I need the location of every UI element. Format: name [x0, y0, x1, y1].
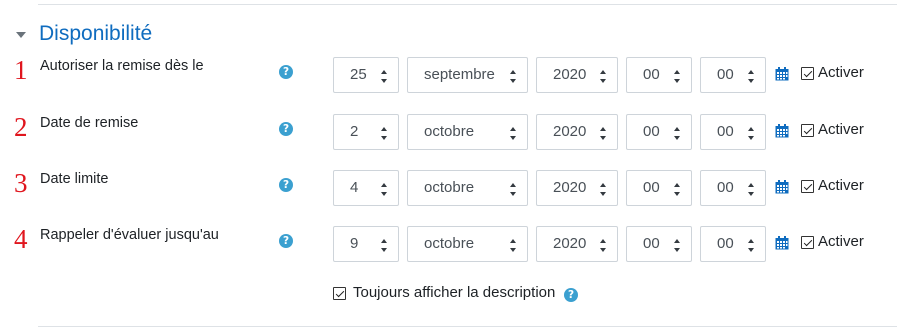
day-select[interactable]: 25: [333, 57, 399, 93]
minute-select[interactable]: 00: [700, 57, 766, 93]
annotation-number: 3: [14, 168, 28, 198]
annotation-number: 2: [14, 112, 28, 142]
help-icon[interactable]: ?: [564, 288, 578, 302]
enable-checkbox[interactable]: [801, 180, 814, 193]
help-icon[interactable]: ?: [279, 234, 293, 248]
month-select[interactable]: octobre: [407, 170, 528, 206]
field-label: Date de remise: [40, 115, 139, 131]
enable-checkbox[interactable]: [801, 67, 814, 80]
year-select[interactable]: 2020: [536, 57, 618, 93]
caret-down-icon[interactable]: [16, 31, 26, 38]
hour-select[interactable]: 00: [626, 170, 692, 206]
date-row-due-date: 2 Date de remise ? 2 octobre 2020 00 00 …: [0, 112, 897, 152]
section-header[interactable]: Disponibilité: [16, 20, 152, 48]
annotation-number: 1: [14, 55, 28, 85]
enable-label[interactable]: Activer: [818, 177, 864, 194]
calendar-icon[interactable]: [775, 236, 789, 250]
calendar-icon[interactable]: [775, 180, 789, 194]
hour-select[interactable]: 00: [626, 57, 692, 93]
enable-label[interactable]: Activer: [818, 121, 864, 138]
enable-checkbox[interactable]: [801, 124, 814, 137]
date-row-allow-submissions: 1 Autoriser la remise dès le ? 25 septem…: [0, 55, 897, 95]
day-select[interactable]: 2: [333, 114, 399, 150]
calendar-icon[interactable]: [775, 67, 789, 81]
date-row-grading-due: 4 Rappeler d'évaluer jusqu'au ? 9 octobr…: [0, 224, 897, 264]
help-icon[interactable]: ?: [279, 65, 293, 79]
always-show-description-checkbox[interactable]: [333, 287, 346, 300]
section-divider-top: [38, 4, 897, 5]
minute-select[interactable]: 00: [700, 170, 766, 206]
calendar-icon[interactable]: [775, 124, 789, 138]
month-select[interactable]: septembre: [407, 57, 528, 93]
year-select[interactable]: 2020: [536, 114, 618, 150]
field-label: Date limite: [40, 171, 109, 187]
enable-checkbox[interactable]: [801, 236, 814, 249]
hour-select[interactable]: 00: [626, 226, 692, 262]
minute-select[interactable]: 00: [700, 226, 766, 262]
section-divider-bottom: [38, 326, 897, 327]
annotation-number: 4: [14, 224, 28, 254]
year-select[interactable]: 2020: [536, 226, 618, 262]
enable-label[interactable]: Activer: [818, 233, 864, 250]
day-select[interactable]: 4: [333, 170, 399, 206]
always-show-description-label[interactable]: Toujours afficher la description: [353, 284, 555, 301]
help-icon[interactable]: ?: [279, 178, 293, 192]
hour-select[interactable]: 00: [626, 114, 692, 150]
enable-label[interactable]: Activer: [818, 64, 864, 81]
section-title: Disponibilité: [39, 22, 153, 45]
date-row-cutoff-date: 3 Date limite ? 4 octobre 2020 00 00 Act…: [0, 168, 897, 208]
help-icon[interactable]: ?: [279, 122, 293, 136]
month-select[interactable]: octobre: [407, 114, 528, 150]
day-select[interactable]: 9: [333, 226, 399, 262]
minute-select[interactable]: 00: [700, 114, 766, 150]
field-label: Rappeler d'évaluer jusqu'au: [40, 227, 219, 243]
month-select[interactable]: octobre: [407, 226, 528, 262]
field-label: Autoriser la remise dès le: [40, 58, 204, 74]
year-select[interactable]: 2020: [536, 170, 618, 206]
